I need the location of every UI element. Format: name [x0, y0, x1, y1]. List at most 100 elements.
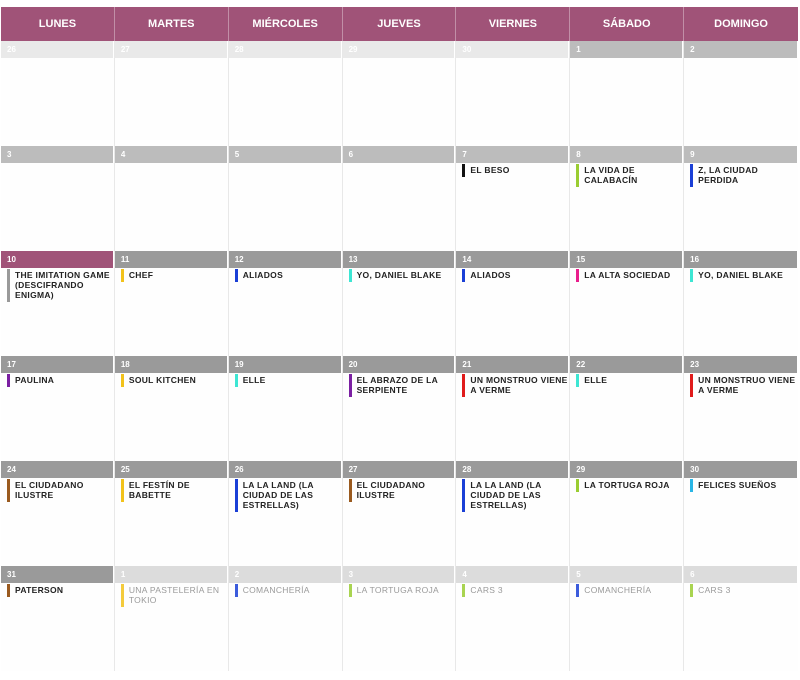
event-title[interactable]: LA TORTUGA ROJA [357, 584, 456, 597]
calendar-day[interactable]: 3 LA TORTUGA ROJA [342, 566, 457, 671]
event-title[interactable]: UN MONSTRUO VIENE A VERME [698, 374, 798, 397]
calendar-day[interactable]: 22 ELLE [570, 356, 685, 461]
event-item[interactable]: THE IMITATION GAME (DESCIFRANDO ENIGMA) [7, 269, 114, 302]
calendar-day[interactable]: 21 UN MONSTRUO VIENE A VERME [456, 356, 571, 461]
event-title[interactable]: CARS 3 [698, 584, 798, 597]
event-title[interactable]: PATERSON [15, 584, 114, 597]
event-item[interactable]: UNA PASTELERÍA EN TOKIO [120, 584, 228, 607]
event-title[interactable]: CHEF [129, 269, 228, 282]
event-item[interactable]: LA TORTUGA ROJA [348, 584, 456, 597]
event-item[interactable]: LA LA LAND (LA CIUDAD DE LAS ESTRELLAS) [234, 479, 342, 512]
event-title[interactable]: ALIADOS [243, 269, 342, 282]
calendar-day[interactable]: 29 [342, 41, 457, 146]
event-title[interactable]: LA VIDA DE CALABACÍN [584, 164, 683, 187]
event-item[interactable]: COMANCHERÍA [576, 584, 683, 597]
event-item[interactable]: FELICES SUEÑOS [690, 479, 798, 492]
event-item[interactable]: CARS 3 [690, 584, 798, 597]
calendar-day[interactable]: 5 COMANCHERÍA [570, 566, 685, 671]
calendar-day[interactable]: 30 [456, 41, 571, 146]
event-title[interactable]: EL FESTÍN DE BABETTE [129, 479, 228, 502]
calendar-day[interactable]: 15 LA ALTA SOCIEDAD [570, 251, 685, 356]
event-item[interactable]: ELLE [576, 374, 683, 387]
event-item[interactable]: LA ALTA SOCIEDAD [576, 269, 683, 282]
event-item[interactable]: ALIADOS [462, 269, 569, 282]
event-item[interactable]: YO, DANIEL BLAKE [690, 269, 798, 282]
event-title[interactable]: YO, DANIEL BLAKE [357, 269, 456, 282]
event-title[interactable]: THE IMITATION GAME (DESCIFRANDO ENIGMA) [15, 269, 114, 302]
calendar-day[interactable]: 2 [684, 41, 798, 146]
event-title[interactable]: YO, DANIEL BLAKE [698, 269, 798, 282]
event-title[interactable]: EL CIUDADANO ILUSTRE [15, 479, 114, 502]
event-title[interactable]: SOUL KITCHEN [129, 374, 228, 387]
event-title[interactable]: ELLE [243, 374, 342, 387]
calendar-day[interactable]: 20 EL ABRAZO DE LA SERPIENTE [342, 356, 457, 461]
event-item[interactable]: EL BESO [462, 164, 569, 177]
calendar-day[interactable]: 28 LA LA LAND (LA CIUDAD DE LAS ESTRELLAS… [456, 461, 571, 566]
calendar-day[interactable]: 6 CARS 3 [684, 566, 798, 671]
calendar-day[interactable]: 27 EL CIUDADANO ILUSTRE [342, 461, 457, 566]
event-title[interactable]: ALIADOS [470, 269, 569, 282]
calendar-day[interactable]: 5 [228, 146, 343, 251]
event-title[interactable]: ELLE [584, 374, 683, 387]
calendar-day[interactable]: 4 [114, 146, 229, 251]
event-item[interactable]: ELLE [234, 374, 342, 387]
event-title[interactable]: COMANCHERÍA [584, 584, 683, 597]
event-item[interactable]: ALIADOS [234, 269, 342, 282]
event-item[interactable]: CARS 3 [462, 584, 569, 597]
event-title[interactable]: EL BESO [470, 164, 569, 177]
calendar-day[interactable]: 1 UNA PASTELERÍA EN TOKIO [114, 566, 229, 671]
event-title[interactable]: LA LA LAND (LA CIUDAD DE LAS ESTRELLAS) [243, 479, 342, 512]
calendar-day[interactable]: 2 COMANCHERÍA [228, 566, 343, 671]
calendar-day[interactable]: 19 ELLE [228, 356, 343, 461]
event-item[interactable]: EL CIUDADANO ILUSTRE [7, 479, 114, 502]
calendar-day[interactable]: 12 ALIADOS [228, 251, 343, 356]
calendar-day[interactable]: 18 SOUL KITCHEN [114, 356, 229, 461]
event-title[interactable]: LA TORTUGA ROJA [584, 479, 683, 492]
calendar-day[interactable]: 28 [228, 41, 343, 146]
event-title[interactable]: Z, LA CIUDAD PERDIDA [698, 164, 798, 187]
event-item[interactable]: LA LA LAND (LA CIUDAD DE LAS ESTRELLAS) [462, 479, 569, 512]
calendar-day[interactable]: 7 EL BESO [456, 146, 571, 251]
calendar-day[interactable]: 16 YO, DANIEL BLAKE [684, 251, 798, 356]
event-item[interactable]: EL ABRAZO DE LA SERPIENTE [348, 374, 456, 397]
event-item[interactable]: LA TORTUGA ROJA [576, 479, 683, 492]
calendar-day[interactable]: 14 ALIADOS [456, 251, 571, 356]
event-title[interactable]: EL CIUDADANO ILUSTRE [357, 479, 456, 502]
calendar-day[interactable]: 27 [114, 41, 229, 146]
event-title[interactable]: PAULINA [15, 374, 114, 387]
event-item[interactable]: Z, LA CIUDAD PERDIDA [690, 164, 798, 187]
event-title[interactable]: FELICES SUEÑOS [698, 479, 798, 492]
calendar-day[interactable]: 25 EL FESTÍN DE BABETTE [114, 461, 229, 566]
calendar-day[interactable]: 4 CARS 3 [456, 566, 571, 671]
calendar-day[interactable]: 26 LA LA LAND (LA CIUDAD DE LAS ESTRELLAS… [228, 461, 343, 566]
event-item[interactable]: PAULINA [7, 374, 114, 387]
calendar-day[interactable]: 13 YO, DANIEL BLAKE [342, 251, 457, 356]
calendar-day[interactable]: 11 CHEF [114, 251, 229, 356]
event-item[interactable]: SOUL KITCHEN [120, 374, 228, 387]
event-item[interactable]: LA VIDA DE CALABACÍN [576, 164, 683, 187]
calendar-day[interactable]: 6 [342, 146, 457, 251]
calendar-day[interactable]: 26 [1, 41, 115, 146]
event-item[interactable]: COMANCHERÍA [234, 584, 342, 597]
calendar-day[interactable]: 8 LA VIDA DE CALABACÍN [570, 146, 685, 251]
calendar-day[interactable]: 9 Z, LA CIUDAD PERDIDA [684, 146, 798, 251]
event-item[interactable]: UN MONSTRUO VIENE A VERME [690, 374, 798, 397]
event-item[interactable]: PATERSON [7, 584, 114, 597]
event-item[interactable]: EL CIUDADANO ILUSTRE [348, 479, 456, 502]
calendar-day[interactable]: 1 [570, 41, 685, 146]
event-item[interactable]: YO, DANIEL BLAKE [348, 269, 456, 282]
calendar-day[interactable]: 24 EL CIUDADANO ILUSTRE [1, 461, 115, 566]
event-item[interactable]: EL FESTÍN DE BABETTE [120, 479, 228, 502]
calendar-day[interactable]: 29 LA TORTUGA ROJA [570, 461, 685, 566]
calendar-day[interactable]: 30 FELICES SUEÑOS [684, 461, 798, 566]
event-item[interactable]: CHEF [120, 269, 228, 282]
event-title[interactable]: LA ALTA SOCIEDAD [584, 269, 683, 282]
calendar-day[interactable]: 31 PATERSON [1, 566, 115, 671]
event-title[interactable]: COMANCHERÍA [243, 584, 342, 597]
event-title[interactable]: UN MONSTRUO VIENE A VERME [470, 374, 569, 397]
calendar-day[interactable]: 10 THE IMITATION GAME (DESCIFRANDO ENIGMA… [1, 251, 115, 356]
calendar-day[interactable]: 17 PAULINA [1, 356, 115, 461]
event-title[interactable]: UNA PASTELERÍA EN TOKIO [129, 584, 228, 607]
event-title[interactable]: EL ABRAZO DE LA SERPIENTE [357, 374, 456, 397]
calendar-day[interactable]: 23 UN MONSTRUO VIENE A VERME [684, 356, 798, 461]
